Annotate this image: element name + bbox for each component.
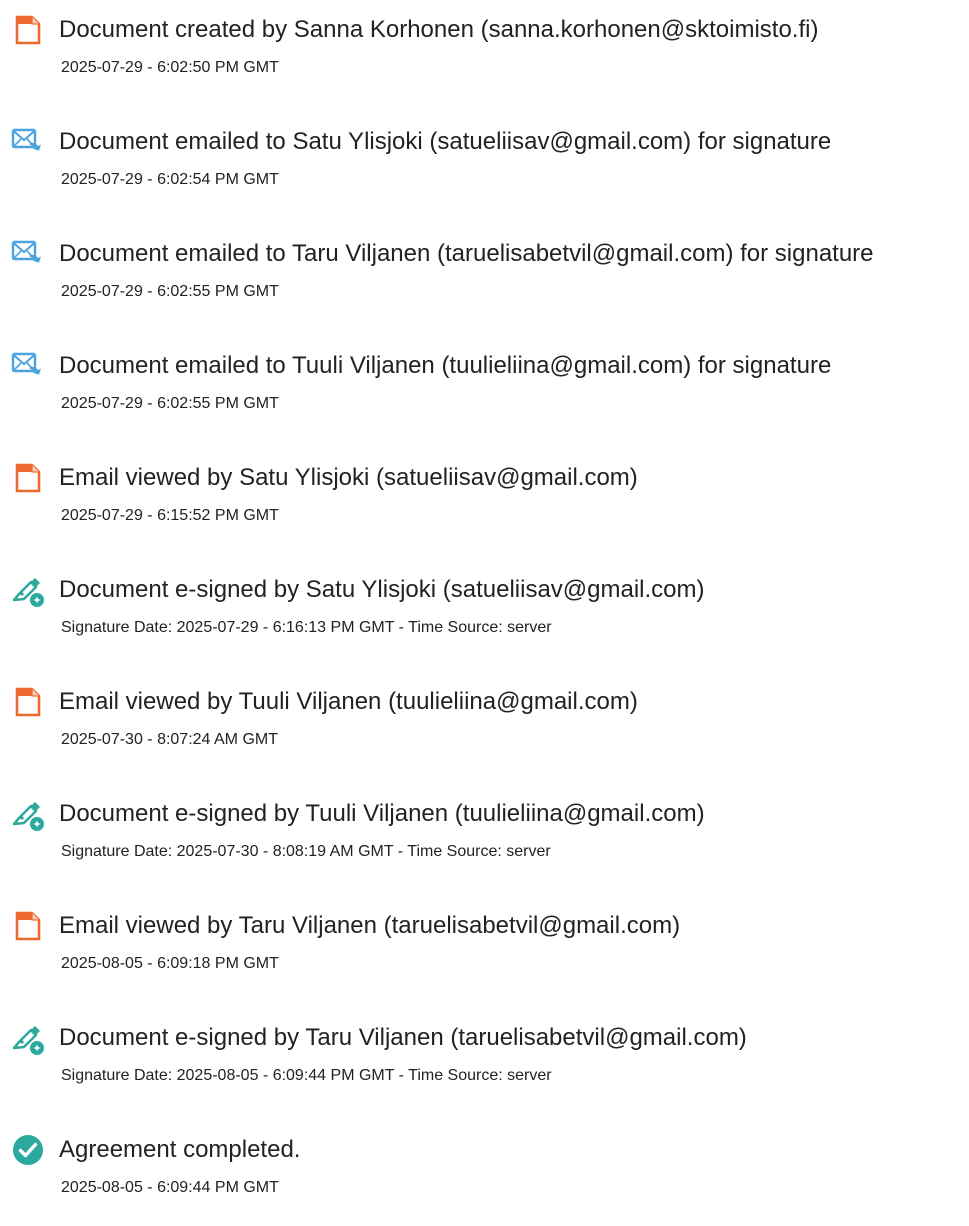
document-icon	[10, 908, 46, 944]
audit-event: Document emailed to Tuuli Viljanen (tuul…	[0, 336, 969, 426]
audit-event: Document e-signed by Tuuli Viljanen (tuu…	[0, 784, 969, 874]
event-title: Document created by Sanna Korhonen (sann…	[59, 16, 819, 43]
e-sign-pen-icon	[10, 1020, 46, 1056]
document-icon	[10, 684, 46, 720]
checkmark-circle-icon	[10, 1132, 46, 1168]
event-timestamp: 2025-07-29 - 6:15:52 PM GMT	[61, 507, 279, 524]
e-sign-pen-icon	[10, 572, 46, 608]
event-title: Email viewed by Satu Ylisjoki (satueliis…	[59, 464, 638, 491]
event-timestamp: 2025-07-29 - 6:02:55 PM GMT	[61, 395, 279, 412]
email-sent-icon	[10, 124, 46, 160]
audit-event: Document emailed to Satu Ylisjoki (satue…	[0, 112, 969, 202]
document-icon	[10, 12, 46, 48]
audit-event: Email viewed by Tuuli Viljanen (tuulieli…	[0, 672, 969, 762]
event-title: Email viewed by Tuuli Viljanen (tuulieli…	[59, 688, 638, 715]
event-timestamp: Signature Date: 2025-08-05 - 6:09:44 PM …	[61, 1067, 552, 1084]
event-timestamp: 2025-08-05 - 6:09:18 PM GMT	[61, 955, 279, 972]
event-title: Document e-signed by Taru Viljanen (taru…	[59, 1024, 747, 1051]
event-timestamp: Signature Date: 2025-07-30 - 8:08:19 AM …	[61, 843, 551, 860]
document-icon	[10, 460, 46, 496]
event-timestamp: 2025-08-05 - 6:09:44 PM GMT	[61, 1179, 279, 1196]
email-sent-icon	[10, 348, 46, 384]
audit-event: Document emailed to Taru Viljanen (tarue…	[0, 224, 969, 314]
event-timestamp: 2025-07-29 - 6:02:50 PM GMT	[61, 59, 279, 76]
event-timestamp: 2025-07-30 - 8:07:24 AM GMT	[61, 731, 278, 748]
event-title: Document emailed to Tuuli Viljanen (tuul…	[59, 352, 832, 379]
event-timestamp: 2025-07-29 - 6:02:55 PM GMT	[61, 283, 279, 300]
event-title: Document emailed to Satu Ylisjoki (satue…	[59, 128, 832, 155]
e-sign-pen-icon	[10, 796, 46, 832]
audit-event: Document e-signed by Satu Ylisjoki (satu…	[0, 560, 969, 650]
event-title: Document e-signed by Satu Ylisjoki (satu…	[59, 576, 705, 603]
email-sent-icon	[10, 236, 46, 272]
event-title: Agreement completed.	[59, 1136, 301, 1163]
event-title: Email viewed by Taru Viljanen (taruelisa…	[59, 912, 681, 939]
audit-event: Document created by Sanna Korhonen (sann…	[0, 0, 969, 90]
audit-event: Agreement completed. 2025-08-05 - 6:09:4…	[0, 1120, 969, 1210]
event-timestamp: Signature Date: 2025-07-29 - 6:16:13 PM …	[61, 619, 552, 636]
event-timestamp: 2025-07-29 - 6:02:54 PM GMT	[61, 171, 279, 188]
audit-event: Email viewed by Taru Viljanen (taruelisa…	[0, 896, 969, 986]
audit-event: Document e-signed by Taru Viljanen (taru…	[0, 1008, 969, 1098]
audit-event: Email viewed by Satu Ylisjoki (satueliis…	[0, 448, 969, 538]
event-title: Document e-signed by Tuuli Viljanen (tuu…	[59, 800, 705, 827]
audit-event-list: Document created by Sanna Korhonen (sann…	[0, 0, 969, 1226]
event-title: Document emailed to Taru Viljanen (tarue…	[59, 240, 874, 267]
